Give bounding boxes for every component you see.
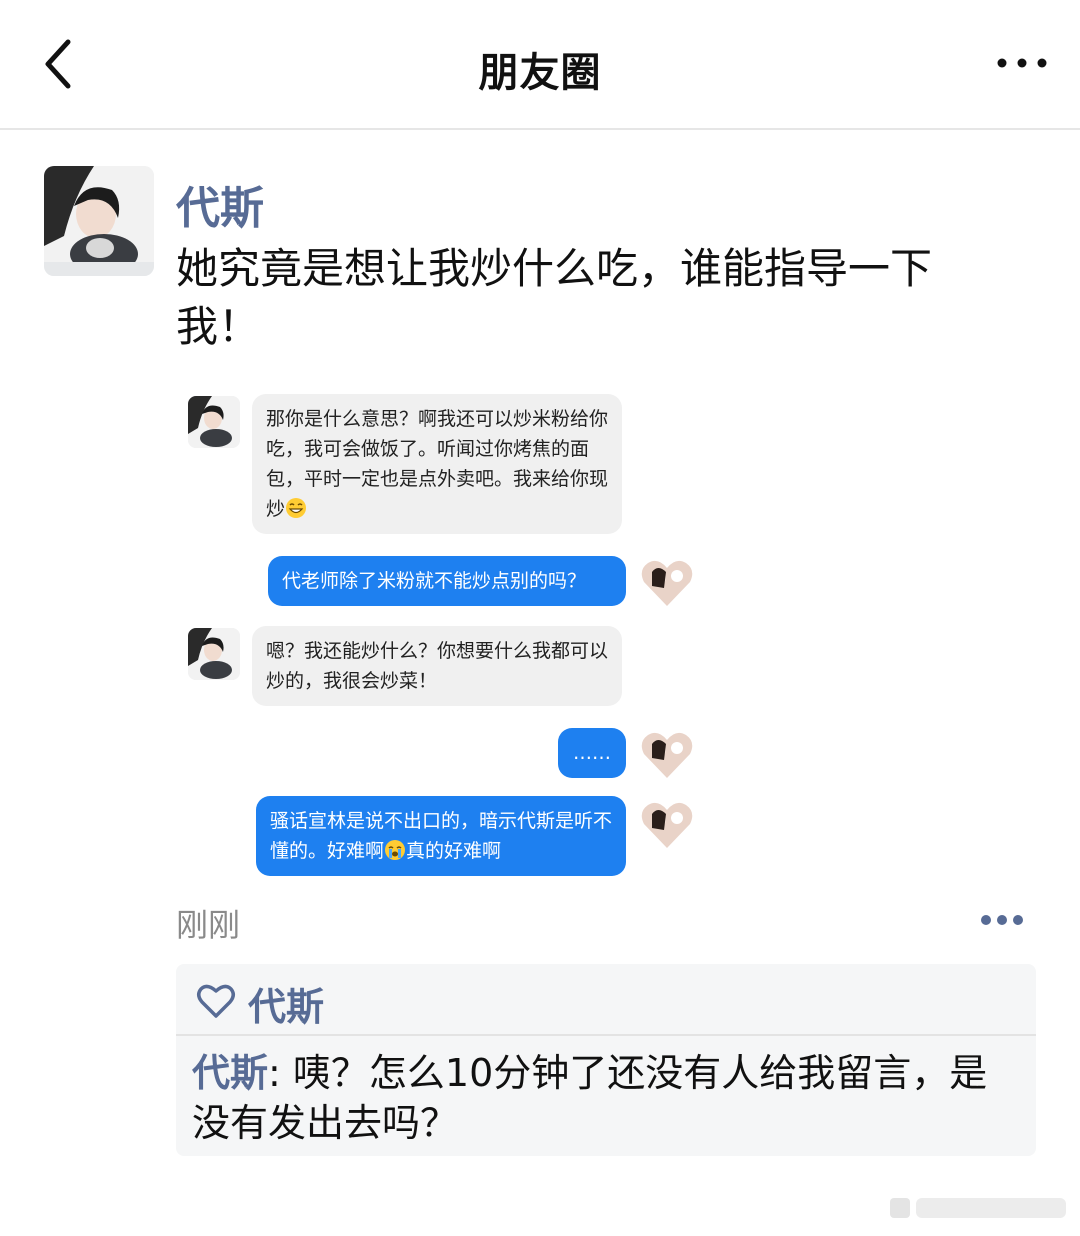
crying-emoji-icon [385,840,406,860]
comment-text: 咦？怎么10分钟了还没有人给我留言，是没有发出去吗？ [192,1051,988,1145]
chat-screenshot-image[interactable]: 那你是什么意思？啊我还可以炒米粉给你吃，我可会做饭了。听闻过你烤焦的面包，平时一… [176,380,716,890]
grin-emoji-icon [286,498,307,518]
post-time: 刚刚 [176,906,241,944]
chat-bubble-left: 那你是什么意思？啊我还可以炒米粉给你吃，我可会做饭了。听闻过你烤焦的面包，平时一… [252,394,622,534]
chat-message-text: 那你是什么意思？啊我还可以炒米粉给你吃，我可会做饭了。听闻过你烤焦的面包，平时一… [266,408,609,520]
heart-outline-icon [197,984,235,1018]
chat-message-text: 嗯？我还能炒什么？你想要什么我都可以炒的，我很会炒菜！ [266,640,609,692]
heart-avatar-icon [641,560,693,606]
top-nav-bar: 朋友圈 [0,0,1080,130]
like-user-name[interactable]: 代斯 [248,976,324,1031]
chat-bubble-right: …… [558,728,626,778]
poster-avatar[interactable] [44,166,154,276]
chat-message-text: 代老师除了米粉就不能炒点别的吗？ [282,570,587,592]
interaction-panel: 代斯 代斯: 咦？怎么10分钟了还没有人给我留言，是没有发出去吗？ [176,964,1036,1156]
comment[interactable]: 代斯: 咦？怎么10分钟了还没有人给我留言，是没有发出去吗？ [192,1048,1022,1148]
chat-avatar-left [188,396,240,448]
heart-avatar-icon [641,802,693,848]
chat-message-text: …… [573,742,611,764]
poster-name[interactable]: 代斯 [176,172,264,236]
chat-bubble-right: 代老师除了米粉就不能炒点别的吗？ [268,556,626,606]
watermark-icon [890,1198,1066,1218]
chat-bubble-right: 骚话宣林是说不出口的，暗示代斯是听不懂的。好难啊 真的好难啊 [256,796,626,876]
heart-avatar-icon [641,732,693,778]
post-text: 她究竟是想让我炒什么吃，谁能指导一下我！ [176,244,933,351]
more-dots-icon[interactable] [980,908,1024,932]
comment-author[interactable]: 代斯 [192,1051,268,1095]
chat-bubble-left: 嗯？我还能炒什么？你想要什么我都可以炒的，我很会炒菜！ [252,626,622,706]
chat-avatar-left [188,628,240,680]
more-dots-icon[interactable] [996,48,1048,78]
page-title: 朋友圈 [478,50,602,96]
comment-separator: : [268,1051,281,1095]
likes-row: 代斯 [176,964,1036,1036]
chat-message-text: 真的好难啊 [406,840,502,862]
